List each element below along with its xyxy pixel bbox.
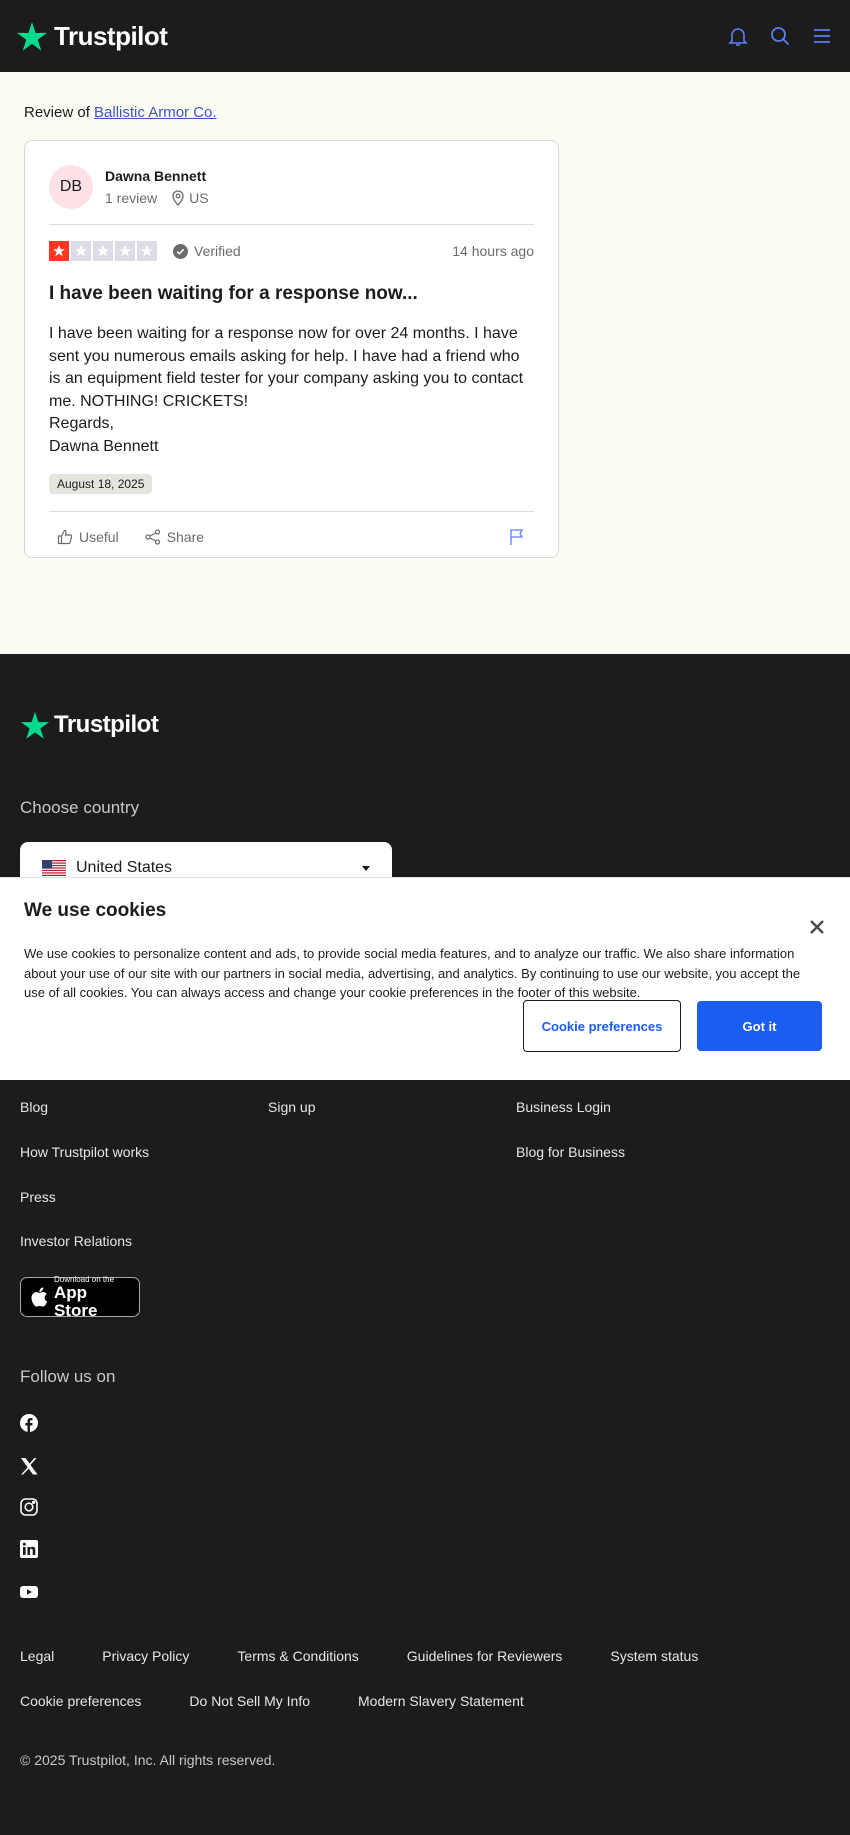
legal-link-cookie-preferences[interactable]: Cookie preferences — [20, 1693, 141, 1709]
legal-link-terms[interactable]: Terms & Conditions — [237, 1648, 358, 1664]
reviewer-country: US — [189, 190, 209, 206]
close-icon[interactable] — [808, 918, 826, 936]
review-card: DB Dawna Bennett 1 review US Verified 14… — [24, 140, 559, 558]
star-empty-icon — [93, 241, 113, 261]
menu-icon[interactable] — [810, 24, 834, 48]
footer-link-press[interactable]: Press — [20, 1189, 56, 1205]
apple-icon — [31, 1287, 48, 1307]
legal-link-system-status[interactable]: System status — [610, 1648, 698, 1664]
share-icon — [145, 529, 160, 545]
follow-us-label: Follow us on — [20, 1367, 116, 1386]
logo-text: Trustpilot — [54, 20, 168, 51]
app-store-badge[interactable]: Download on the App Store — [20, 1275, 140, 1320]
footer-logo-text: Trustpilot — [54, 711, 159, 738]
legal-links-row1: Legal Privacy Policy Terms & Conditions … — [20, 1648, 698, 1664]
facebook-icon[interactable] — [20, 1414, 38, 1432]
footer-link-investor-relations[interactable]: Investor Relations — [20, 1233, 132, 1249]
footer-link-business-login[interactable]: Business Login — [516, 1099, 611, 1115]
review-count: 1 review — [105, 190, 158, 206]
youtube-icon[interactable] — [20, 1583, 38, 1601]
star-logo-icon — [16, 22, 48, 51]
star-empty-icon — [137, 241, 157, 261]
reviewer-info: DB Dawna Bennett 1 review US — [49, 165, 534, 209]
cookie-title: We use cookies — [24, 900, 167, 921]
star-rating — [49, 241, 157, 261]
footer-logo[interactable]: Trustpilot — [20, 710, 159, 740]
footer-link-how-it-works[interactable]: How Trustpilot works — [20, 1144, 149, 1160]
legal-link-legal[interactable]: Legal — [20, 1648, 54, 1664]
linkedin-icon[interactable] — [20, 1540, 38, 1558]
legal-link-do-not-sell[interactable]: Do Not Sell My Info — [189, 1693, 310, 1709]
legal-link-modern-slavery[interactable]: Modern Slavery Statement — [358, 1693, 524, 1709]
search-icon[interactable] — [768, 24, 792, 48]
star-empty-icon — [71, 241, 91, 261]
cookie-banner: We use cookies We use cookies to persona… — [0, 877, 850, 1080]
footer-link-sign-up[interactable]: Sign up — [268, 1099, 315, 1115]
share-button[interactable]: Share — [145, 529, 204, 545]
reviewer-name[interactable]: Dawna Bennett — [105, 168, 209, 184]
review-of-line: Review of Ballistic Armor Co. — [24, 104, 217, 121]
footer-link-blog-business[interactable]: Blog for Business — [516, 1144, 625, 1160]
verified-badge[interactable]: Verified — [173, 243, 241, 259]
legal-link-guidelines[interactable]: Guidelines for Reviewers — [407, 1648, 563, 1664]
site-header: Trustpilot — [0, 0, 850, 72]
us-flag-icon — [42, 860, 66, 876]
legal-links-row2: Cookie preferences Do Not Sell My Info M… — [20, 1693, 524, 1709]
useful-label: Useful — [79, 529, 119, 545]
trustpilot-logo[interactable]: Trustpilot — [16, 20, 168, 52]
check-circle-icon — [173, 243, 188, 259]
header-actions — [726, 24, 834, 48]
share-label: Share — [166, 529, 205, 545]
got-it-button[interactable]: Got it — [697, 1001, 822, 1051]
copyright: © 2025 Trustpilot, Inc. All rights reser… — [20, 1752, 276, 1768]
verified-label: Verified — [194, 243, 241, 259]
company-link[interactable]: Ballistic Armor Co. — [94, 104, 217, 121]
cookie-text: We use cookies to personalize content an… — [24, 946, 801, 1000]
star-empty-icon — [115, 241, 135, 261]
flag-icon[interactable] — [508, 528, 526, 546]
cookie-preferences-button[interactable]: Cookie preferences — [523, 1000, 681, 1052]
instagram-icon[interactable] — [20, 1498, 38, 1516]
experience-date: August 18, 2025 — [49, 474, 153, 494]
review-title[interactable]: I have been waiting for a response now..… — [49, 283, 534, 305]
x-twitter-icon[interactable] — [20, 1457, 38, 1475]
review-body: I have been waiting for a response now f… — [49, 325, 524, 455]
divider — [49, 224, 534, 225]
thumbs-up-icon — [57, 529, 73, 545]
app-store-big-text: App Store — [53, 1282, 98, 1320]
avatar[interactable]: DB — [49, 165, 93, 209]
divider — [49, 511, 534, 512]
chevron-down-icon — [362, 865, 370, 871]
useful-button[interactable]: Useful — [57, 529, 119, 545]
review-of-prefix: Review of — [24, 104, 95, 121]
choose-country-label: Choose country — [20, 798, 140, 817]
selected-country: United States — [76, 859, 173, 876]
star-filled-icon — [49, 241, 69, 261]
location-pin-icon — [172, 190, 184, 206]
star-logo-icon — [20, 711, 50, 739]
legal-link-privacy[interactable]: Privacy Policy — [102, 1648, 189, 1664]
review-time: 14 hours ago — [452, 243, 534, 259]
bell-icon[interactable] — [726, 24, 750, 48]
footer-link-blog[interactable]: Blog — [20, 1099, 48, 1115]
